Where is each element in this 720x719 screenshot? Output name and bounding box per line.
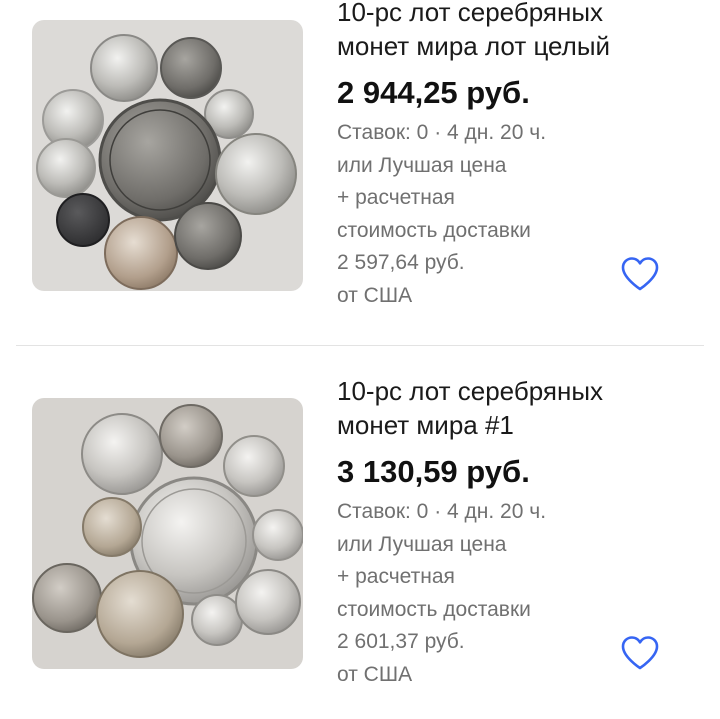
listing-price: 2 944,25 руб.	[337, 75, 530, 110]
listing-image[interactable]	[32, 398, 303, 669]
shipping-label: + расчетная	[337, 186, 455, 209]
heart-icon[interactable]	[620, 256, 660, 292]
search-results-list: 10-рс лот серебряных монет мира лот целы…	[0, 0, 720, 719]
listing-title-line: 10-рс лот серебряных	[337, 0, 604, 27]
shipping-label: стоимость доставки	[337, 597, 531, 621]
listing-price: 3 130,59 руб.	[337, 454, 530, 489]
coin-lot-photo	[32, 404, 303, 658]
best-offer-label: или Лучшая цена	[337, 153, 507, 177]
listing-title[interactable]: 10-рс лот серебряных монет мира #1	[337, 374, 687, 442]
listing-title-line: 10-рс лот серебряных	[337, 376, 604, 406]
best-offer-label: или Лучшая цена	[337, 532, 507, 556]
listing-card[interactable]: 10-рс лот серебряных монет мира #1 3 130…	[0, 347, 720, 719]
listing-title[interactable]: 10-рс лот серебряных монет мира лот целы…	[337, 0, 687, 63]
coin-lot-photo	[36, 34, 297, 290]
heart-icon[interactable]	[620, 635, 660, 671]
bids-time-left: Ставок: 0 · 4 дн. 20 ч.	[337, 500, 547, 523]
shipping-label: + расчетная	[337, 565, 455, 588]
listing-title-line: монет мира лот целый	[337, 31, 611, 61]
listing-card[interactable]: 10-рс лот серебряных монет мира лот целы…	[0, 0, 720, 346]
listing-image[interactable]	[32, 20, 303, 291]
listing-divider	[16, 345, 704, 346]
bids-time-left: Ставок: 0 · 4 дн. 20 ч.	[337, 121, 547, 144]
shipping-label: стоимость доставки	[337, 218, 531, 242]
listing-title-line: монет мира #1	[337, 410, 514, 440]
